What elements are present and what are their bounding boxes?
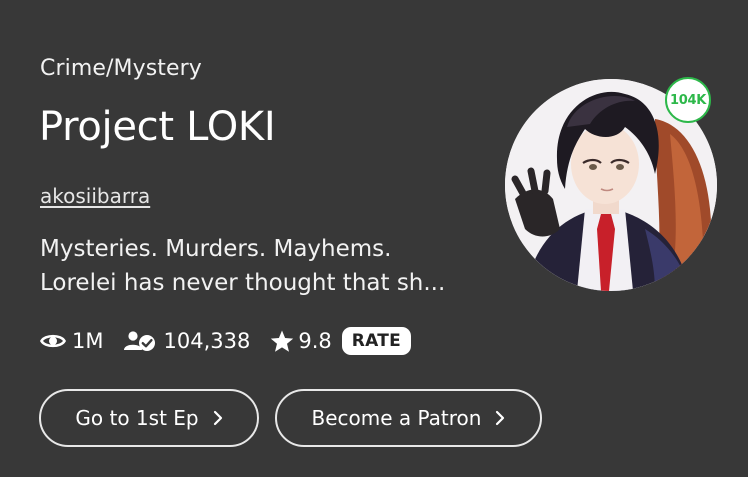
stats-row: 1M 104,338 9.8 RATE [40, 326, 412, 356]
cover-count-badge: 104K [665, 77, 711, 123]
series-title: Project LOKI [39, 104, 276, 150]
author-link[interactable]: akosiibarra [40, 184, 150, 208]
subscribers-stat: 104,338 [123, 329, 250, 353]
become-patron-button[interactable]: Become a Patron [275, 389, 542, 447]
description-line: Mysteries. Murders. Mayhems. [40, 236, 392, 262]
patron-label: Become a Patron [311, 406, 482, 430]
series-card: Crime/Mystery Project LOKI akosiibarra M… [0, 0, 748, 477]
series-description: Mysteries. Murders. Mayhems. Lorelei has… [40, 232, 500, 300]
star-icon [270, 330, 294, 353]
rate-button[interactable]: RATE [341, 327, 412, 355]
chevron-right-icon [495, 410, 505, 426]
first-episode-label: Go to 1st Ep [75, 406, 199, 430]
genre-label: Crime/Mystery [40, 56, 202, 81]
eye-icon [40, 332, 66, 350]
views-stat: 1M [40, 329, 103, 353]
series-cover[interactable]: 104K [505, 77, 717, 291]
go-to-first-episode-button[interactable]: Go to 1st Ep [39, 389, 259, 447]
chevron-right-icon [213, 410, 223, 426]
rating-value: 9.8 [298, 329, 332, 353]
description-line: Lorelei has never thought that sh... [40, 270, 446, 296]
views-count: 1M [72, 329, 104, 353]
rating-stat: 9.8 RATE [270, 327, 412, 355]
subscribers-count: 104,338 [163, 329, 251, 353]
subscriber-check-icon [123, 330, 157, 352]
